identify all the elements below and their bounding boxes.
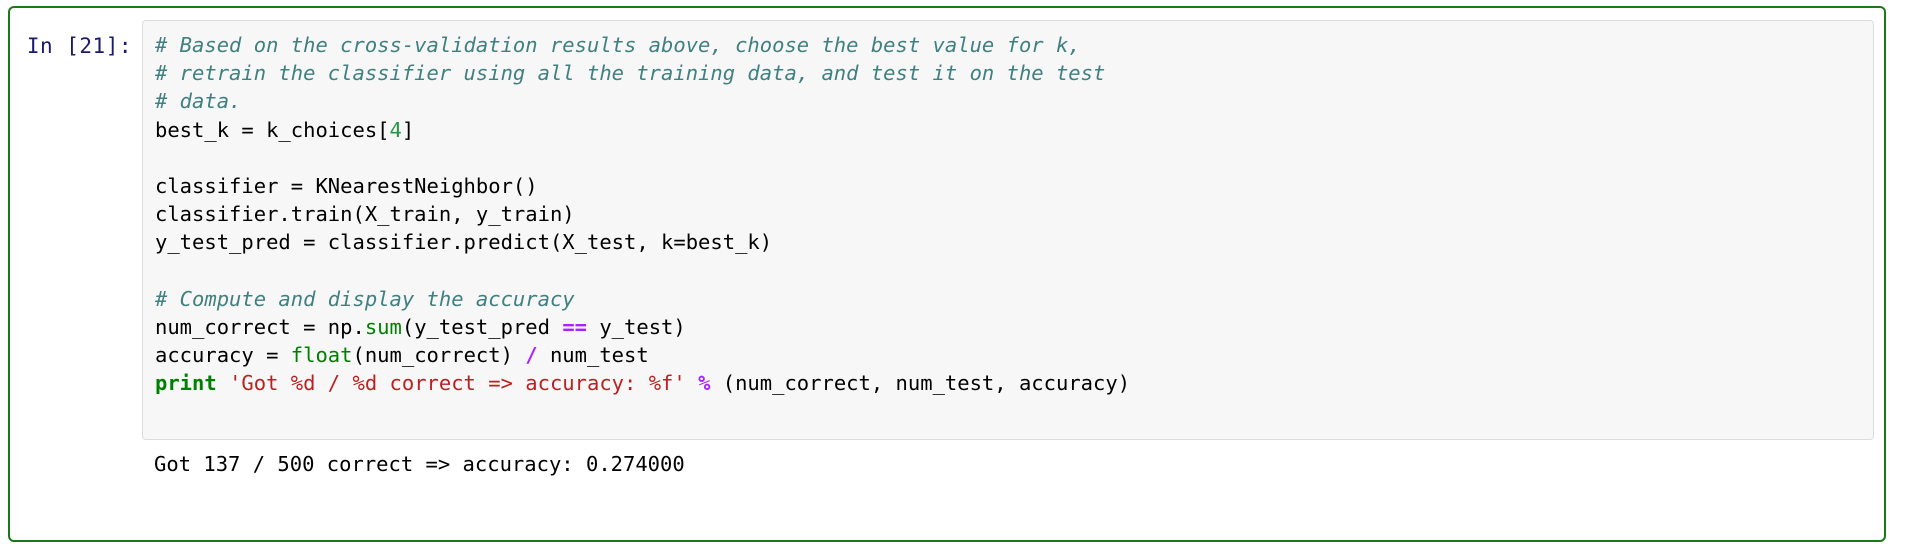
code-token-comment: # retrain the classifier using all the t… — [155, 61, 1106, 86]
code-line: # data. — [155, 87, 1861, 115]
cell-input-area: In [21]: # Based on the cross-validation… — [10, 8, 1884, 440]
code-token-operator: % — [698, 371, 711, 396]
notebook-code-cell[interactable]: In [21]: # Based on the cross-validation… — [8, 6, 1886, 542]
code-token-plain: best_k = k_choices[ — [155, 117, 390, 142]
code-token-plain: classifier = KNearestNeighbor() — [155, 174, 538, 199]
code-token-builtin: sum — [364, 315, 402, 340]
code-token-keyword: print — [155, 371, 217, 396]
input-prompt[interactable]: In [21]: — [20, 20, 142, 60]
code-editor[interactable]: # Based on the cross-validation results … — [142, 20, 1874, 440]
code-token-plain: (num_correct) — [352, 343, 526, 368]
code-line: # Based on the cross-validation results … — [155, 31, 1861, 59]
code-token-plain: y_test) — [587, 315, 686, 340]
code-token-plain: num_correct = np. — [155, 315, 365, 340]
code-line: y_test_pred = classifier.predict(X_test,… — [155, 228, 1861, 256]
code-token-plain: classifier.train(X_train, y_train) — [155, 202, 575, 227]
code-token-comment: # data. — [155, 89, 242, 114]
code-token-plain: (y_test_pred — [401, 315, 563, 340]
code-token-builtin: float — [290, 343, 353, 368]
output-stream-text: Got 137 / 500 correct => accuracy: 0.274… — [154, 452, 685, 476]
code-token-plain: num_test — [537, 343, 649, 368]
code-token-comment: # Based on the cross-validation results … — [155, 33, 1081, 57]
code-token-plain: (num_correct, num_test, accuracy) — [710, 371, 1131, 396]
code-line: num_correct = np.sum(y_test_pred == y_te… — [155, 313, 1861, 341]
code-token-plain: accuracy = — [155, 343, 291, 368]
code-line: best_k = k_choices[4] — [155, 116, 1861, 144]
code-line: print 'Got %d / %d correct => accuracy: … — [155, 369, 1861, 397]
code-line: classifier.train(X_train, y_train) — [155, 200, 1861, 228]
code-line: accuracy = float(num_correct) / num_test — [155, 341, 1861, 369]
code-token-comment: # Compute and display the accuracy — [155, 286, 575, 311]
code-line: # Compute and display the accuracy — [155, 285, 1861, 313]
code-token-number: 4 — [389, 117, 402, 142]
cell-output-area: Got 137 / 500 correct => accuracy: 0.274… — [10, 440, 1884, 478]
code-line: # retrain the classifier using all the t… — [155, 59, 1861, 87]
code-token-plain: y_test_pred = classifier.predict(X_test,… — [155, 230, 773, 255]
code-line: classifier = KNearestNeighbor() — [155, 172, 1861, 200]
code-token-operator: / — [525, 343, 538, 368]
code-token-string: 'Got %d / %d correct => accuracy: %f' — [229, 371, 686, 396]
code-token-plain: ] — [401, 117, 415, 142]
code-token-operator: == — [562, 315, 587, 340]
